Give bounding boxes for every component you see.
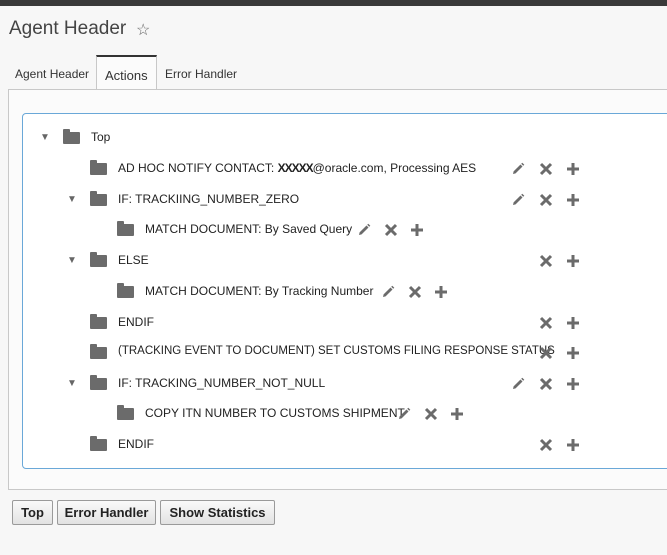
- folder-icon: [117, 405, 134, 420]
- x-icon[interactable]: [407, 284, 423, 300]
- tab-bar: Agent Header Actions Error Handler: [8, 55, 667, 90]
- tree-node: MATCH DOCUMENT: By Saved Query: [23, 219, 667, 243]
- tree-node-label[interactable]: ENDIF: [118, 437, 154, 451]
- folder-icon: [90, 436, 107, 451]
- plus-icon[interactable]: [433, 284, 449, 300]
- plus-icon[interactable]: [565, 253, 581, 269]
- error-handler-button[interactable]: Error Handler: [57, 500, 156, 525]
- tab-agent-header[interactable]: Agent Header: [15, 67, 89, 81]
- pencil-icon[interactable]: [510, 376, 526, 392]
- tree-node-label[interactable]: (TRACKING EVENT TO DOCUMENT) SET CUSTOMS…: [118, 345, 555, 357]
- tree-node: AD HOC NOTIFY CONTACT: XXXXX@oracle.com,…: [23, 158, 667, 182]
- tree-node: ▼ IF: TRACKIING_NUMBER_ZERO: [23, 189, 667, 213]
- tab-actions[interactable]: Actions: [96, 55, 157, 90]
- folder-icon: [117, 283, 134, 298]
- tree-node-label[interactable]: ENDIF: [118, 315, 154, 329]
- plus-icon[interactable]: [565, 376, 581, 392]
- x-icon[interactable]: [383, 222, 399, 238]
- pencil-icon[interactable]: [396, 406, 412, 422]
- plus-icon[interactable]: [409, 222, 425, 238]
- triangle-down-icon[interactable]: ▼: [40, 132, 50, 143]
- page-title: Agent Header: [9, 18, 127, 39]
- folder-icon: [90, 191, 107, 206]
- triangle-down-icon[interactable]: ▼: [67, 255, 77, 266]
- triangle-down-icon[interactable]: ▼: [67, 194, 77, 205]
- tree-node-label[interactable]: AD HOC NOTIFY CONTACT: XXXXX@oracle.com,…: [118, 161, 476, 175]
- folder-icon: [117, 221, 134, 236]
- x-icon[interactable]: [538, 437, 554, 453]
- top-button[interactable]: Top: [12, 500, 53, 525]
- tree-node: MATCH DOCUMENT: By Tracking Number: [23, 281, 667, 305]
- label-prefix: AD HOC NOTIFY CONTACT:: [118, 161, 278, 175]
- x-icon[interactable]: [423, 406, 439, 422]
- tree-node: ENDIF: [23, 434, 667, 458]
- folder-icon: [63, 129, 80, 144]
- plus-icon[interactable]: [565, 192, 581, 208]
- x-icon[interactable]: [538, 315, 554, 331]
- plus-icon[interactable]: [565, 437, 581, 453]
- triangle-down-icon[interactable]: ▼: [67, 378, 77, 389]
- tree-node: COPY ITN NUMBER TO CUSTOMS SHIPMENT: [23, 403, 667, 427]
- tree-node-label[interactable]: MATCH DOCUMENT: By Saved Query: [145, 222, 352, 236]
- tree-node: ▼ ELSE: [23, 250, 667, 274]
- folder-icon: [90, 160, 107, 175]
- tab-error-handler[interactable]: Error Handler: [165, 67, 237, 81]
- plus-icon[interactable]: [565, 161, 581, 177]
- plus-icon[interactable]: [449, 406, 465, 422]
- tree-node-label[interactable]: MATCH DOCUMENT: By Tracking Number: [145, 284, 373, 298]
- pencil-icon[interactable]: [380, 284, 396, 300]
- actions-tree: ▼ Top AD HOC NOTIFY CONTACT: XXXXX@oracl…: [22, 113, 667, 469]
- tree-node: ▼ IF: TRACKING_NUMBER_NOT_NULL: [23, 373, 667, 397]
- folder-icon: [90, 344, 107, 359]
- tree-node: ENDIF: [23, 312, 667, 336]
- x-icon[interactable]: [538, 376, 554, 392]
- tree-node-label[interactable]: IF: TRACKIING_NUMBER_ZERO: [118, 192, 299, 206]
- tree-node-root: ▼ Top: [23, 127, 667, 151]
- redacted-text: XXXXX: [277, 161, 314, 175]
- plus-icon[interactable]: [565, 345, 581, 361]
- folder-icon: [90, 375, 107, 390]
- x-icon[interactable]: [538, 345, 554, 361]
- tree-node: (TRACKING EVENT TO DOCUMENT) SET CUSTOMS…: [23, 342, 667, 366]
- folder-icon: [90, 314, 107, 329]
- tree-node-label[interactable]: COPY ITN NUMBER TO CUSTOMS SHIPMENT: [145, 406, 405, 420]
- pencil-icon[interactable]: [510, 161, 526, 177]
- pencil-icon[interactable]: [356, 222, 372, 238]
- tree-node-label[interactable]: Top: [91, 130, 110, 144]
- tree-node-label[interactable]: ELSE: [118, 253, 149, 267]
- folder-icon: [90, 252, 107, 267]
- pencil-icon[interactable]: [510, 192, 526, 208]
- x-icon[interactable]: [538, 192, 554, 208]
- label-suffix: @oracle.com, Processing AES: [312, 161, 477, 175]
- tree-node-label[interactable]: IF: TRACKING_NUMBER_NOT_NULL: [118, 376, 325, 390]
- show-statistics-button[interactable]: Show Statistics: [160, 500, 275, 525]
- plus-icon[interactable]: [565, 315, 581, 331]
- star-outline-icon[interactable]: ☆: [136, 20, 150, 40]
- x-icon[interactable]: [538, 253, 554, 269]
- x-icon[interactable]: [538, 161, 554, 177]
- top-bar: [0, 0, 667, 6]
